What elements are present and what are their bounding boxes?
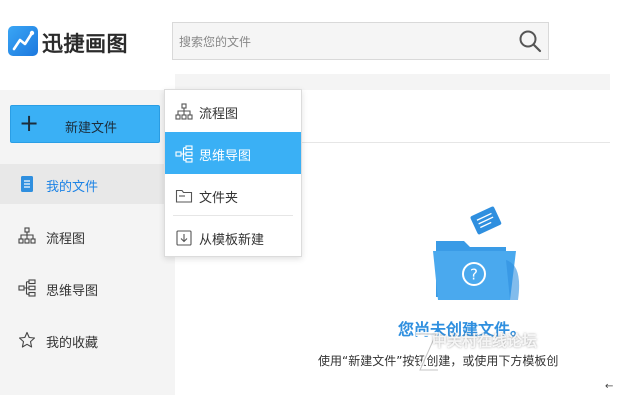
- flowchart-icon: [175, 103, 193, 121]
- menu-item-flowchart[interactable]: 流程图: [165, 90, 301, 132]
- new-file-button[interactable]: + 新建文件: [10, 105, 160, 143]
- menu-item-mindmap[interactable]: 思维导图: [165, 132, 301, 174]
- sidebar-item-flowchart[interactable]: 流程图: [0, 216, 175, 256]
- folder-icon: [175, 187, 193, 205]
- menu-item-label: 思维导图: [199, 149, 252, 164]
- watermark-text: 中关村在线论坛: [432, 332, 538, 350]
- new-file-label: 新建文件: [65, 121, 118, 136]
- top-strip: [175, 74, 610, 90]
- empty-state-hint: 使用“新建文件”按钮创建，或使用下方模板创: [318, 354, 559, 368]
- menu-item-label: 流程图: [199, 107, 239, 122]
- app-logo-icon: [8, 26, 38, 56]
- sidebar-item-label: 思维导图: [46, 284, 99, 299]
- sidebar-item-label: 我的收藏: [46, 336, 99, 351]
- menu-item-label: 从模板新建: [199, 233, 265, 248]
- empty-folder-icon: ?: [430, 205, 525, 305]
- sidebar-item-my-files[interactable]: 我的文件: [0, 164, 175, 204]
- sidebar-item-favorites[interactable]: 我的收藏: [0, 320, 175, 360]
- menu-item-label: 文件夹: [199, 191, 239, 206]
- mindmap-icon: [175, 145, 193, 163]
- sidebar-item-label: 我的文件: [46, 180, 99, 195]
- app-name: 迅捷画图: [42, 32, 128, 56]
- menu-item-folder[interactable]: 文件夹: [165, 174, 301, 216]
- template-icon: [175, 229, 193, 247]
- arrow-left-icon: ←: [605, 381, 614, 392]
- flowchart-icon: [18, 227, 36, 245]
- header: 迅捷画图: [0, 0, 617, 80]
- new-file-menu: 流程图 思维导图 文件夹 从模板新建: [164, 89, 302, 257]
- document-icon: [18, 175, 36, 193]
- menu-item-from-template[interactable]: 从模板新建: [165, 216, 301, 258]
- sidebar-item-mindmap[interactable]: 思维导图: [0, 268, 175, 308]
- sidebar-item-label: 流程图: [46, 232, 86, 247]
- search-input[interactable]: [173, 23, 511, 61]
- plus-icon: +: [19, 109, 40, 137]
- search-box: [172, 22, 549, 61]
- search-icon[interactable]: [518, 29, 542, 53]
- mindmap-icon: [18, 279, 36, 297]
- star-icon: [18, 331, 36, 349]
- svg-text:?: ?: [470, 266, 478, 284]
